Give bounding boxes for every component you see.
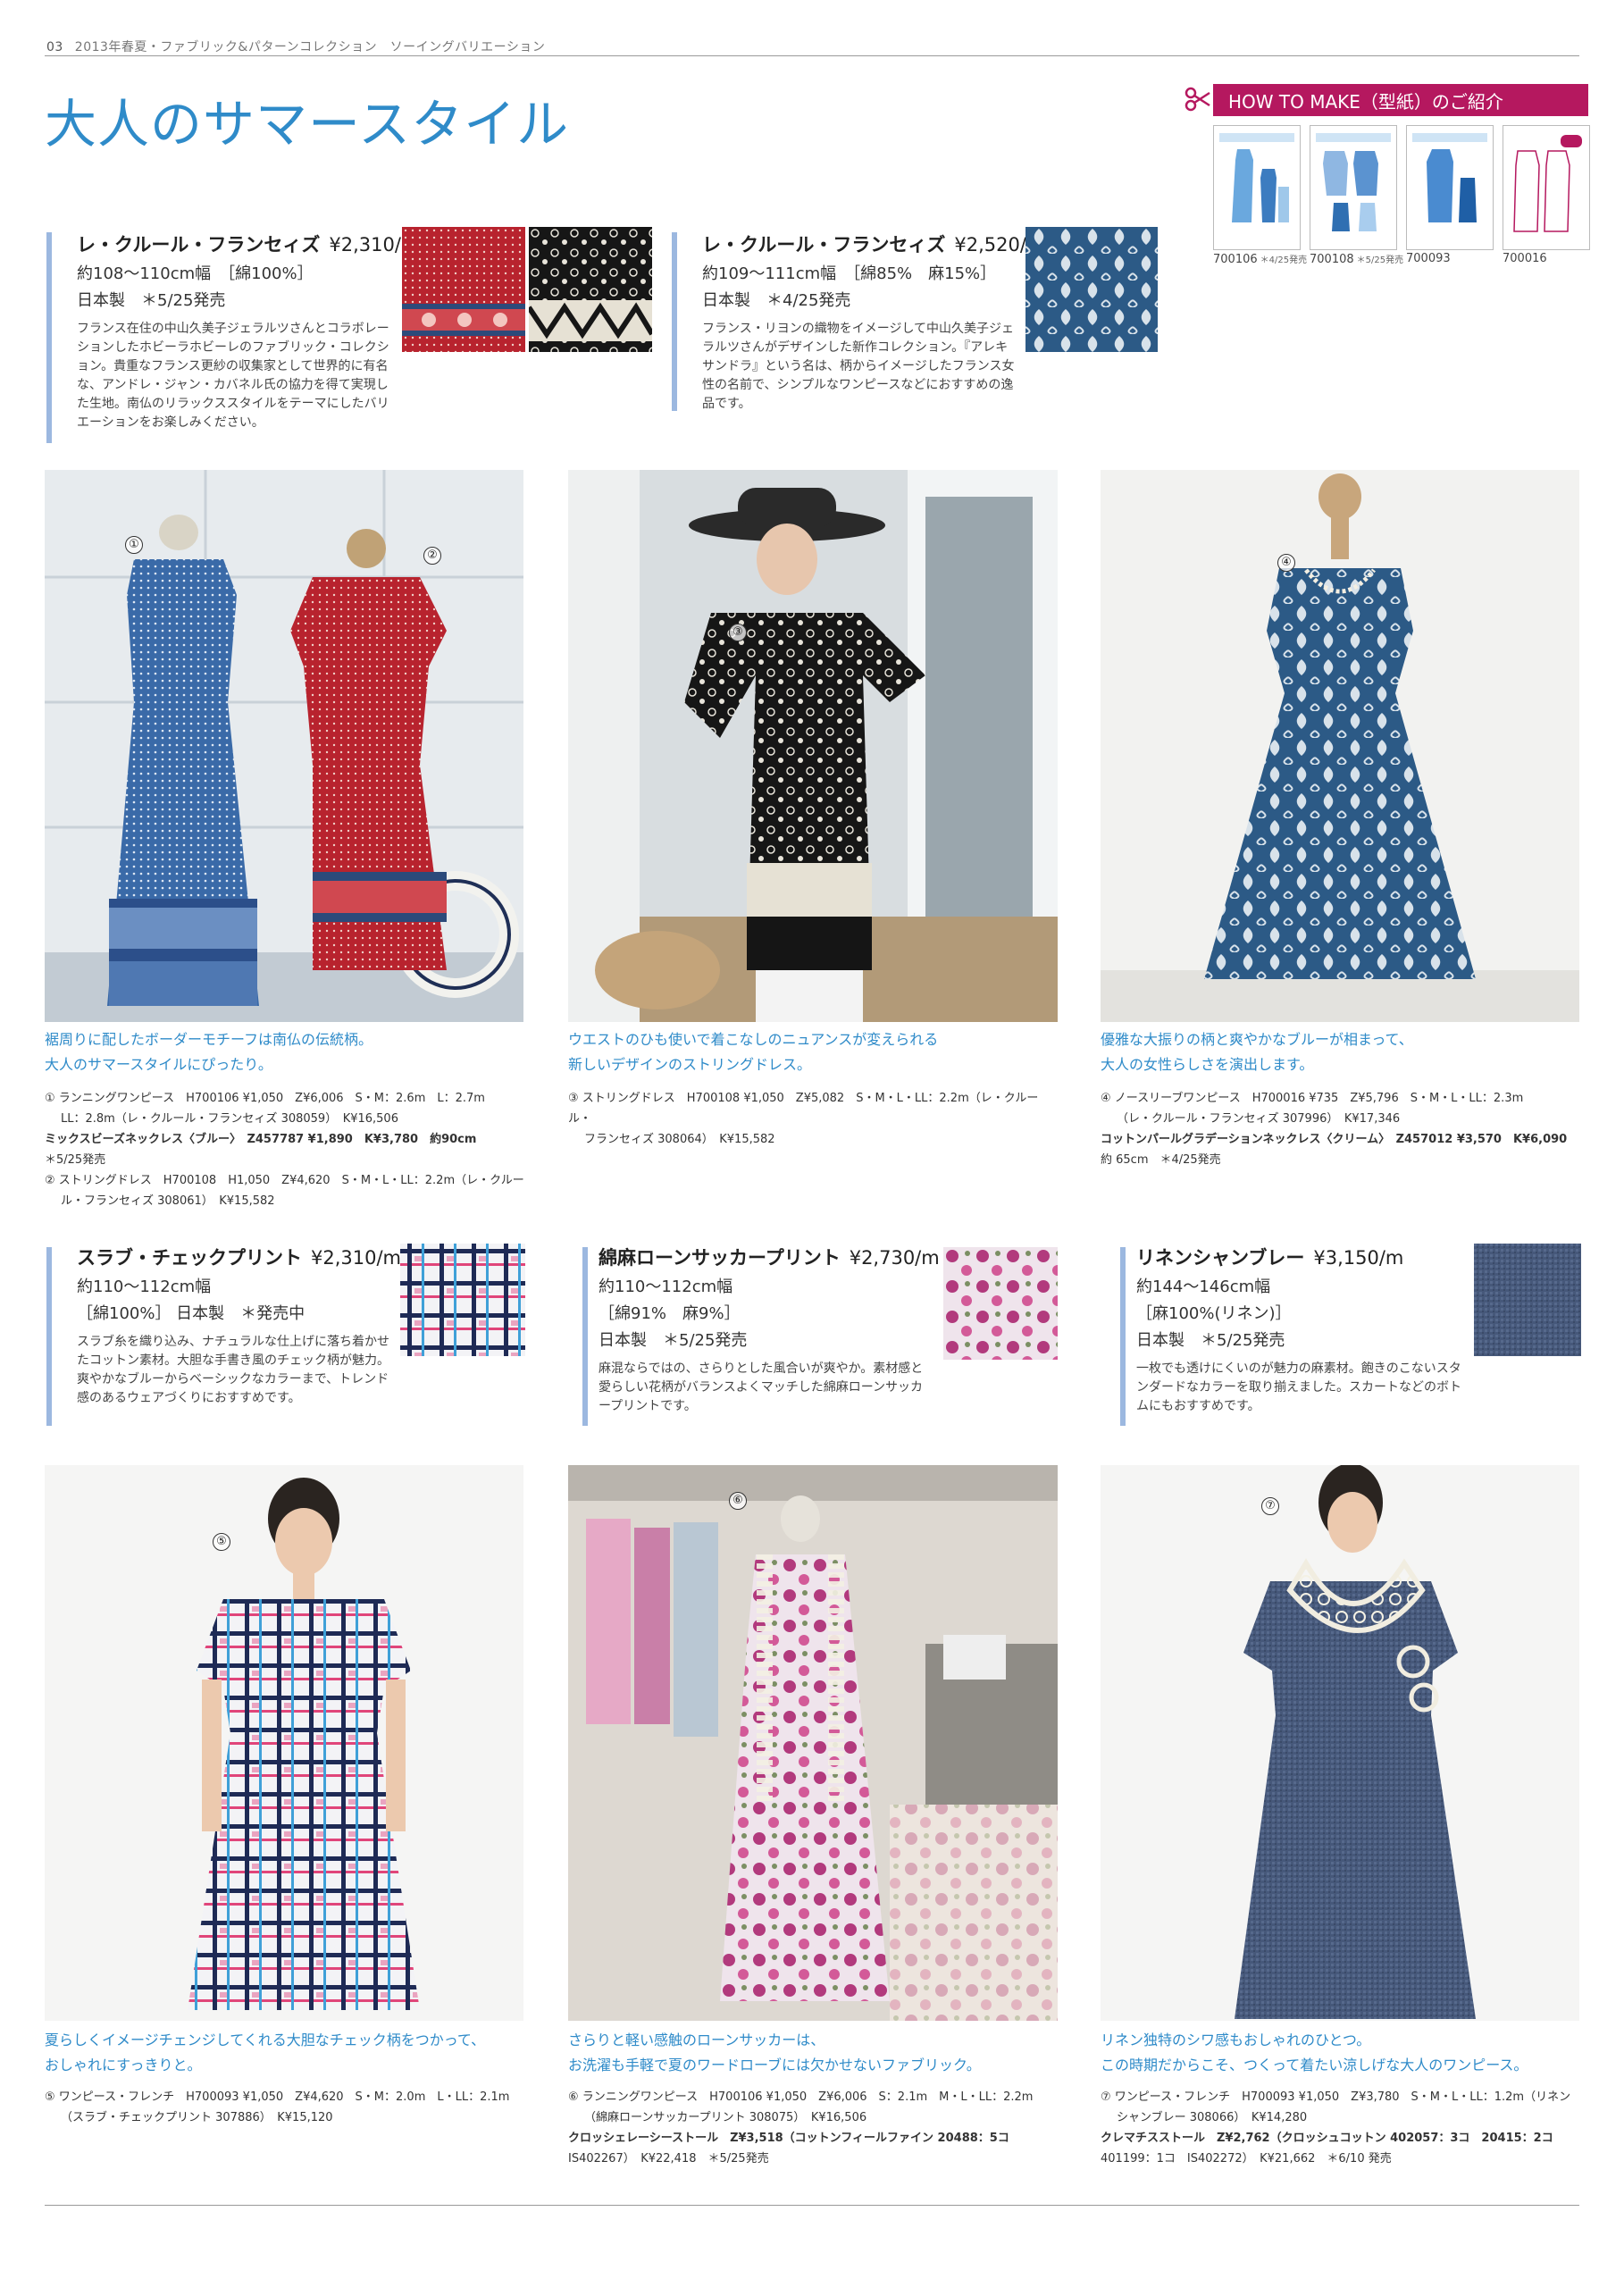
look-specs: ③ ストリングドレス H700108 ¥1,050 Z¥5,082 S・M・L・…: [568, 1092, 1039, 1146]
accent-bar: [582, 1247, 588, 1426]
accent-bar: [672, 232, 677, 411]
look-caption: 夏らしくイメージチェンジしてくれる大胆なチェック柄をつかって、 おしゃれにすっきり…: [45, 2031, 486, 2073]
pattern-thumbnail-1[interactable]: [1213, 125, 1301, 250]
photo-lawn-dress: [568, 1465, 1058, 2021]
fabric-title: 綿麻ローンサッカープリント ¥2,730/m: [599, 1247, 940, 1269]
fabric-title: リネンシャンブレー ¥3,150/m: [1136, 1247, 1404, 1269]
fabric-swatch-floral: [943, 1247, 1058, 1360]
look-specs: ⑥ ランニングワンピース H700106 ¥1,050 Z¥6,006 S：2.…: [568, 2090, 1034, 2166]
fabric-description: フランス・リヨンの織物をイメージして中山久美子ジェラルツさんがデザインした新作コ…: [702, 322, 1015, 411]
scissors-icon: [1185, 87, 1210, 112]
footer-rule: [45, 2205, 1579, 2206]
fabric-origin-2: 日本製 ＊5/25発売: [1136, 1331, 1285, 1350]
pattern-code-4: 700016: [1503, 252, 1547, 265]
fabric-swatch-plaid: [400, 1244, 525, 1356]
item-marker-7: ⑦: [1261, 1497, 1279, 1515]
accent-bar: [46, 232, 52, 443]
look-caption: ウエストのひも使いで着こなしのニュアンスが変えられる 新しいデザインのストリングド…: [568, 1031, 939, 1073]
accent-bar: [1120, 1247, 1126, 1426]
photo-check-dress: [45, 1465, 523, 2021]
fabric-width: 約110〜112cm幅: [77, 1278, 212, 1296]
look-caption: 優雅な大振りの柄と爽やかなブルーが相まって、 大人の女性らしさを演出します。: [1101, 1031, 1413, 1073]
item-marker-5: ⑤: [213, 1533, 230, 1551]
pattern-thumbnail-2[interactable]: [1310, 125, 1397, 250]
fabric-origin: ［綿91% 麻9%］: [599, 1304, 741, 1323]
photo-linen-dress: [1101, 1465, 1579, 2021]
fabric-description: 一枚でも透けにくいのが魅力の麻素材。飽きのこないスタンダードなカラーを取り揃えま…: [1136, 1361, 1461, 1413]
fabric-title: レ・クルール・フランセィズ ¥2,520/m: [702, 234, 1045, 256]
how-to-make-label: HOW TO MAKE（型紙）のご紹介: [1228, 91, 1503, 113]
pattern-code-2: 700108 ＊5/25発売: [1310, 253, 1404, 266]
pattern-illustration: [1513, 135, 1582, 232]
item-marker-4: ④: [1277, 554, 1295, 572]
fabric-width: 約109〜111cm幅 ［綿85% 麻15%］: [702, 264, 997, 283]
header-rule: [45, 55, 1579, 56]
fabric-swatch-linen: [1474, 1244, 1581, 1356]
pattern-thumbnail-3[interactable]: [1406, 125, 1494, 250]
running-header-text: 2013年春夏・ファブリック&パターンコレクション ソーイングバリエーション: [74, 40, 546, 54]
look-specs: ⑦ ワンピース・フレンチ H700093 ¥1,050 Z¥3,780 S・M・…: [1101, 2090, 1571, 2166]
fabric-origin-2: 日本製 ＊5/25発売: [599, 1331, 748, 1350]
fabric-origin: ［綿100%］ 日本製 ＊発売中: [77, 1304, 306, 1323]
pattern-code-3: 700093: [1406, 252, 1451, 265]
fabric-origin: 日本製 ＊5/25発売: [77, 291, 226, 310]
fabric-width: 約110〜112cm幅: [599, 1278, 733, 1296]
item-marker-1: ①: [125, 536, 143, 554]
look-specs: ⑤ ワンピース・フレンチ H700093 ¥1,050 Z¥4,620 S・M：…: [45, 2090, 510, 2124]
fabric-description: 麻混ならではの、さらりとした風合いが爽やか。素材感と愛らしい花柄がバランスよくマ…: [599, 1361, 924, 1413]
look-caption: リネン独特のシワ感もおしゃれのひとつ。 この時期だからこそ、つくって着たい涼しげな…: [1101, 2031, 1528, 2073]
pattern-code-1: 700106 ＊4/25発売: [1213, 253, 1308, 266]
fabric-origin: 日本製 ＊4/25発売: [702, 291, 851, 310]
fabric-width: 約144〜146cm幅: [1136, 1278, 1271, 1296]
item-marker-6: ⑥: [729, 1492, 747, 1510]
photo-sleeveless-dress: [1101, 470, 1579, 1022]
page-number: 03: [46, 40, 63, 54]
fabric-swatch-red: [402, 227, 525, 352]
fabric-description: フランス在住の中山久美子ジェラルツさんとコラボレーションしたホビーラホビーレのフ…: [77, 322, 389, 430]
look-specs: ① ランニングワンピース H700106 ¥1,050 Z¥6,006 S・M：…: [45, 1092, 524, 1208]
accent-bar: [46, 1247, 52, 1426]
photo-string-dress: [568, 470, 1058, 1022]
page-title: 大人のサマースタイル: [45, 94, 570, 155]
pattern-illustration: [1316, 133, 1391, 231]
look-specs: ④ ノースリーブワンピース H700016 ¥735 Z¥5,796 S・M・L…: [1101, 1092, 1568, 1167]
fabric-swatch-damask: [1025, 227, 1158, 352]
pattern-thumbnail-4[interactable]: [1503, 125, 1590, 250]
look-caption: さらりと軽い感触のローンサッカーは、 お洗濯も手軽で夏のワードローブには欠かせない…: [568, 2031, 981, 2073]
running-header: 03 2013年春夏・ファブリック&パターンコレクション ソーイングバリエーショ…: [46, 38, 545, 55]
look-caption: 裾周りに配したボーダーモチーフは南仏の伝統柄。 大人のサマースタイルにぴったり。: [45, 1031, 373, 1073]
fabric-title: レ・クルール・フランセィズ ¥2,310/m: [77, 234, 420, 256]
item-marker-2: ②: [423, 547, 441, 565]
item-marker-3: ③: [729, 624, 747, 641]
photo-dresses-1-2: [45, 470, 523, 1022]
fabric-swatch-black: [529, 227, 652, 352]
fabric-description: スラブ糸を織り込み、ナチュラルな仕上げに落ち着かせたコットン素材。大胆な手書き風…: [77, 1335, 389, 1405]
fabric-title: スラブ・チェックプリント ¥2,310/m: [77, 1247, 402, 1269]
fabric-origin: ［麻100%(リネン)］: [1136, 1304, 1292, 1323]
pattern-illustration: [1219, 133, 1294, 222]
fabric-width: 約108〜110cm幅 ［綿100%］: [77, 264, 314, 283]
pattern-illustration: [1412, 133, 1487, 222]
